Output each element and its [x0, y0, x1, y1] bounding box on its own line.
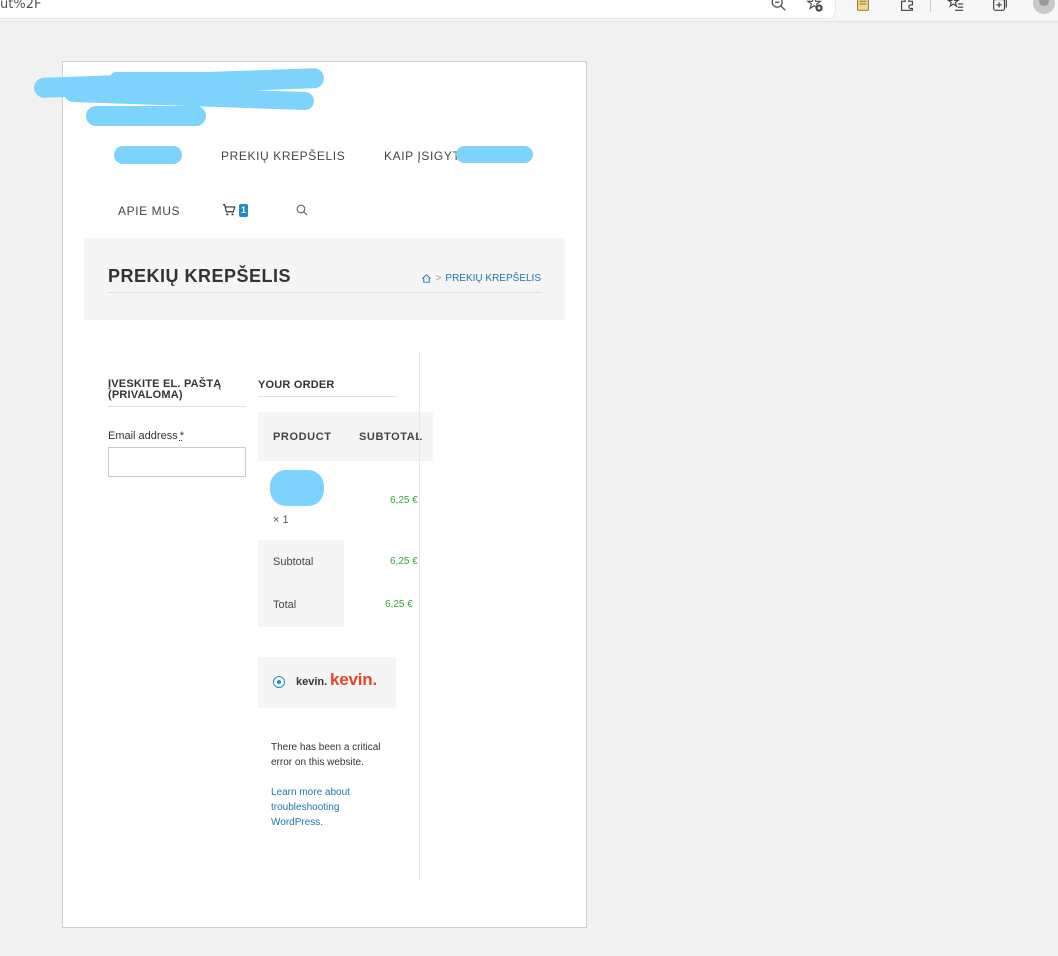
payment-method-name: kevin. — [296, 676, 328, 688]
notes-icon[interactable] — [853, 0, 873, 14]
redacted-product-name — [270, 470, 324, 506]
search-icon[interactable] — [296, 203, 308, 216]
breadcrumb-current[interactable]: PREKIŲ KREPŠELIS — [445, 273, 541, 284]
email-label-text: Email address — [108, 430, 178, 442]
total-label: Total — [273, 599, 297, 611]
toolbar-separator — [930, 0, 931, 12]
email-section-heading: ĮVESKITE EL. PAŠTĄ (PRIVALOMA) — [108, 378, 222, 401]
order-heading-divider — [258, 396, 396, 397]
home-icon[interactable] — [421, 273, 432, 284]
required-mark: * — [179, 430, 184, 442]
url-text: ut%2F — [0, 0, 42, 12]
page-title: PREKIŲ KREPŠELIS — [108, 266, 292, 286]
payment-method-option[interactable]: kevin. kevin. — [258, 657, 396, 708]
redacted-nav-item[interactable] — [114, 146, 182, 164]
email-input[interactable] — [108, 447, 246, 477]
page-header-band: PREKIŲ KREPŠELIS > PREKIŲ KREPŠELIS — [84, 238, 565, 320]
address-bar[interactable]: ut%2F — [0, 0, 836, 19]
title-divider — [108, 292, 541, 293]
collections-icon[interactable] — [990, 0, 1010, 14]
nav-item-how-to-buy[interactable]: KAIP ĮSIGYTI — [384, 149, 464, 163]
payment-radio[interactable] — [273, 676, 285, 688]
total-value: 6,25 € — [385, 599, 413, 610]
item-price: 6,25 € — [390, 495, 418, 506]
add-favorite-icon[interactable] — [805, 0, 825, 14]
column-header-product: PRODUCT — [273, 431, 332, 443]
redacted-logo — [110, 72, 230, 84]
kevin-logo: kevin. — [330, 670, 377, 689]
column-header-subtotal: SUBTOTAL — [359, 431, 423, 443]
critical-error-message: There has been a critical error on this … — [271, 742, 381, 768]
totals-labels: Subtotal Total — [258, 540, 344, 627]
email-heading-divider — [108, 406, 246, 407]
order-heading: YOUR ORDER — [258, 379, 335, 391]
profile-icon[interactable] — [1033, 0, 1055, 14]
nav-item-about[interactable]: APIE MUS — [118, 204, 180, 218]
table-row: × 1 6,25 € — [258, 461, 433, 540]
subtotal-label: Subtotal — [273, 556, 314, 568]
breadcrumb: > PREKIŲ KREPŠELIS — [421, 273, 541, 284]
troubleshooting-link[interactable]: Learn more about troubleshooting WordPre… — [271, 785, 381, 830]
column-divider — [419, 353, 420, 880]
nav-item-cart[interactable]: PREKIŲ KREPŠELIS — [221, 149, 345, 163]
redacted-logo — [86, 106, 206, 126]
cart-icon — [222, 204, 236, 216]
breadcrumb-separator: > — [435, 273, 442, 284]
browser-toolbar: ut%2F — [0, 0, 1058, 22]
zoom-out-icon[interactable] — [769, 0, 789, 14]
cart-count-badge: 1 — [239, 204, 248, 217]
email-label: Email address * — [108, 430, 184, 442]
cart-button[interactable]: 1 — [222, 203, 252, 219]
order-table-header: PRODUCT SUBTOTAL — [258, 412, 433, 461]
extensions-icon[interactable] — [897, 0, 917, 14]
favorites-list-icon[interactable] — [946, 0, 966, 14]
item-quantity: × 1 — [273, 514, 289, 526]
subtotal-value: 6,25 € — [390, 556, 418, 567]
redacted-nav-text — [456, 146, 533, 163]
